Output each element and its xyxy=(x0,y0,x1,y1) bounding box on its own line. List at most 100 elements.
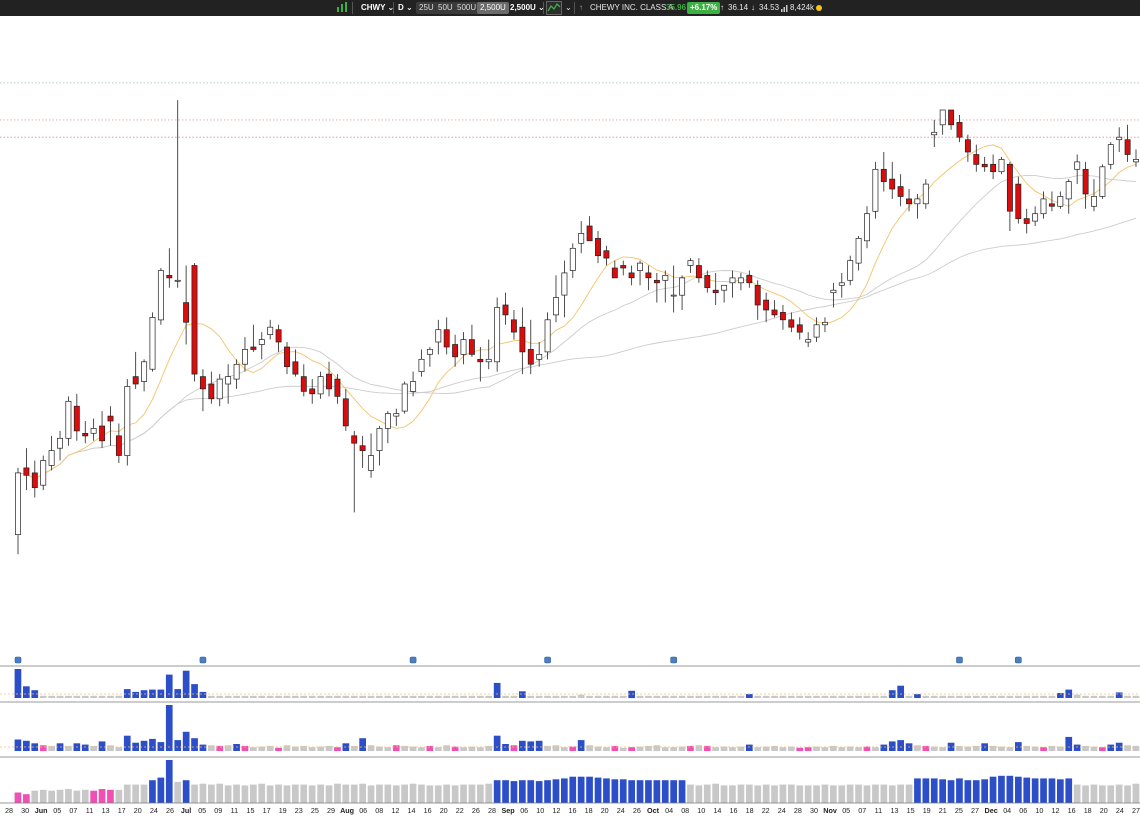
volume-bar xyxy=(23,686,30,698)
candle xyxy=(998,156,1005,175)
volume-bar xyxy=(712,695,719,698)
volume-bar xyxy=(998,775,1005,803)
volume-bar xyxy=(266,785,274,803)
volume-bar xyxy=(1090,784,1098,803)
candlesticks xyxy=(15,100,1139,555)
volume-bar xyxy=(123,689,131,698)
candle-body xyxy=(1107,144,1114,165)
candle xyxy=(561,260,568,318)
volume-bar xyxy=(754,695,762,698)
volume-bar xyxy=(619,779,627,803)
volume-bar xyxy=(872,784,879,803)
volume-bar xyxy=(317,695,324,698)
candle-body xyxy=(1023,218,1030,224)
volume-bar xyxy=(367,745,375,752)
volume-bar xyxy=(922,695,930,698)
candle-body xyxy=(485,358,492,363)
candle xyxy=(485,339,492,370)
x-tick-label: 26 xyxy=(166,806,174,815)
volume-bar xyxy=(603,778,610,803)
range-button-500u[interactable]: 500U xyxy=(454,2,480,14)
bars-selector[interactable]: 2,500U ⌄ xyxy=(510,0,545,16)
candle xyxy=(90,418,97,441)
price-chart[interactable]: 28 30 Jun 05 07 11 13 17 20 24 26 Jul 05 09 11 15 17 19 23… xyxy=(0,16,1140,815)
volume-panel-1 xyxy=(0,665,1140,699)
candle-body xyxy=(872,168,879,212)
volume-bar xyxy=(855,747,862,751)
x-tick-label: 09 xyxy=(214,806,222,815)
volume-bar xyxy=(1031,695,1039,698)
info-icon[interactable]: ↑ xyxy=(579,0,583,16)
volume-bar xyxy=(577,740,585,751)
low-value: 34.53 xyxy=(759,3,780,12)
volume-bar xyxy=(199,744,207,751)
x-tick-label: 08 xyxy=(681,806,689,815)
volume-bar xyxy=(729,785,736,803)
candle-body xyxy=(342,398,349,427)
volume-bar xyxy=(39,745,47,752)
candle xyxy=(23,448,30,491)
candle xyxy=(1032,206,1039,227)
volume-bar xyxy=(619,747,627,751)
volume-bar xyxy=(149,780,156,803)
candle xyxy=(569,243,576,278)
range-button-50u[interactable]: 50U xyxy=(435,2,456,14)
volume-bar xyxy=(1015,776,1022,803)
range-button-2500u[interactable]: 2,500U xyxy=(477,2,509,14)
volume-bar xyxy=(527,695,535,698)
horizontal-lines xyxy=(0,82,1140,138)
candle-body xyxy=(426,349,433,355)
volume-bar xyxy=(796,695,804,698)
volume-bar xyxy=(930,778,938,803)
volume-bar xyxy=(250,784,257,803)
volume-bar xyxy=(586,776,593,803)
candle xyxy=(948,109,955,130)
x-tick-label: 16 xyxy=(730,806,738,815)
x-tick-label: 18 xyxy=(1084,806,1092,815)
candle xyxy=(334,374,341,404)
volume-bar xyxy=(485,695,493,698)
volume-bar xyxy=(939,747,946,751)
chart-area[interactable]: 28 30 Jun 05 07 11 13 17 20 24 26 Jul 05 09 11 15 17 19 23… xyxy=(0,16,1140,815)
volume-bar xyxy=(771,785,778,803)
volume-bar xyxy=(796,747,804,751)
chevron-down-icon[interactable]: ⌄ xyxy=(565,0,572,16)
candle-body xyxy=(771,309,778,316)
range-button-25u[interactable]: 25U xyxy=(416,2,437,14)
candle xyxy=(712,272,719,306)
volume-bar xyxy=(703,695,711,698)
candle xyxy=(721,284,728,303)
volume-bar xyxy=(972,780,980,803)
volume-bar xyxy=(552,695,560,698)
candle xyxy=(763,292,770,323)
volume-bar xyxy=(914,778,921,803)
candle xyxy=(418,349,425,377)
chart-type-icon[interactable] xyxy=(336,0,348,16)
x-tick-label: 27 xyxy=(1132,806,1140,815)
x-tick-label: 14 xyxy=(408,806,416,815)
volume-bar xyxy=(48,790,55,803)
candle xyxy=(645,265,652,291)
volume-bar xyxy=(224,745,232,752)
volume-bar xyxy=(350,784,358,803)
interval-selector[interactable]: D ⌄ xyxy=(398,0,413,16)
volume-bar xyxy=(577,694,585,698)
volume-bar xyxy=(888,785,896,803)
x-tick-label: 13 xyxy=(891,806,899,815)
candle-body xyxy=(569,247,576,271)
x-tick-label: 12 xyxy=(552,806,560,815)
volume-bar xyxy=(250,695,257,698)
candle-body xyxy=(359,445,366,451)
symbol-selector[interactable]: CHWY ⌄ xyxy=(361,0,394,16)
volume-bar xyxy=(367,695,375,698)
x-tick-label: 12 xyxy=(1052,806,1060,815)
x-tick-label: 15 xyxy=(247,806,255,815)
indicator-icon[interactable] xyxy=(546,0,562,16)
candle-body xyxy=(754,284,761,306)
volume-bar xyxy=(443,695,450,698)
candle xyxy=(1107,142,1114,170)
volume-bar xyxy=(1115,692,1123,698)
volume-bar xyxy=(334,695,341,698)
candle xyxy=(157,268,164,325)
candle-body xyxy=(183,302,190,323)
